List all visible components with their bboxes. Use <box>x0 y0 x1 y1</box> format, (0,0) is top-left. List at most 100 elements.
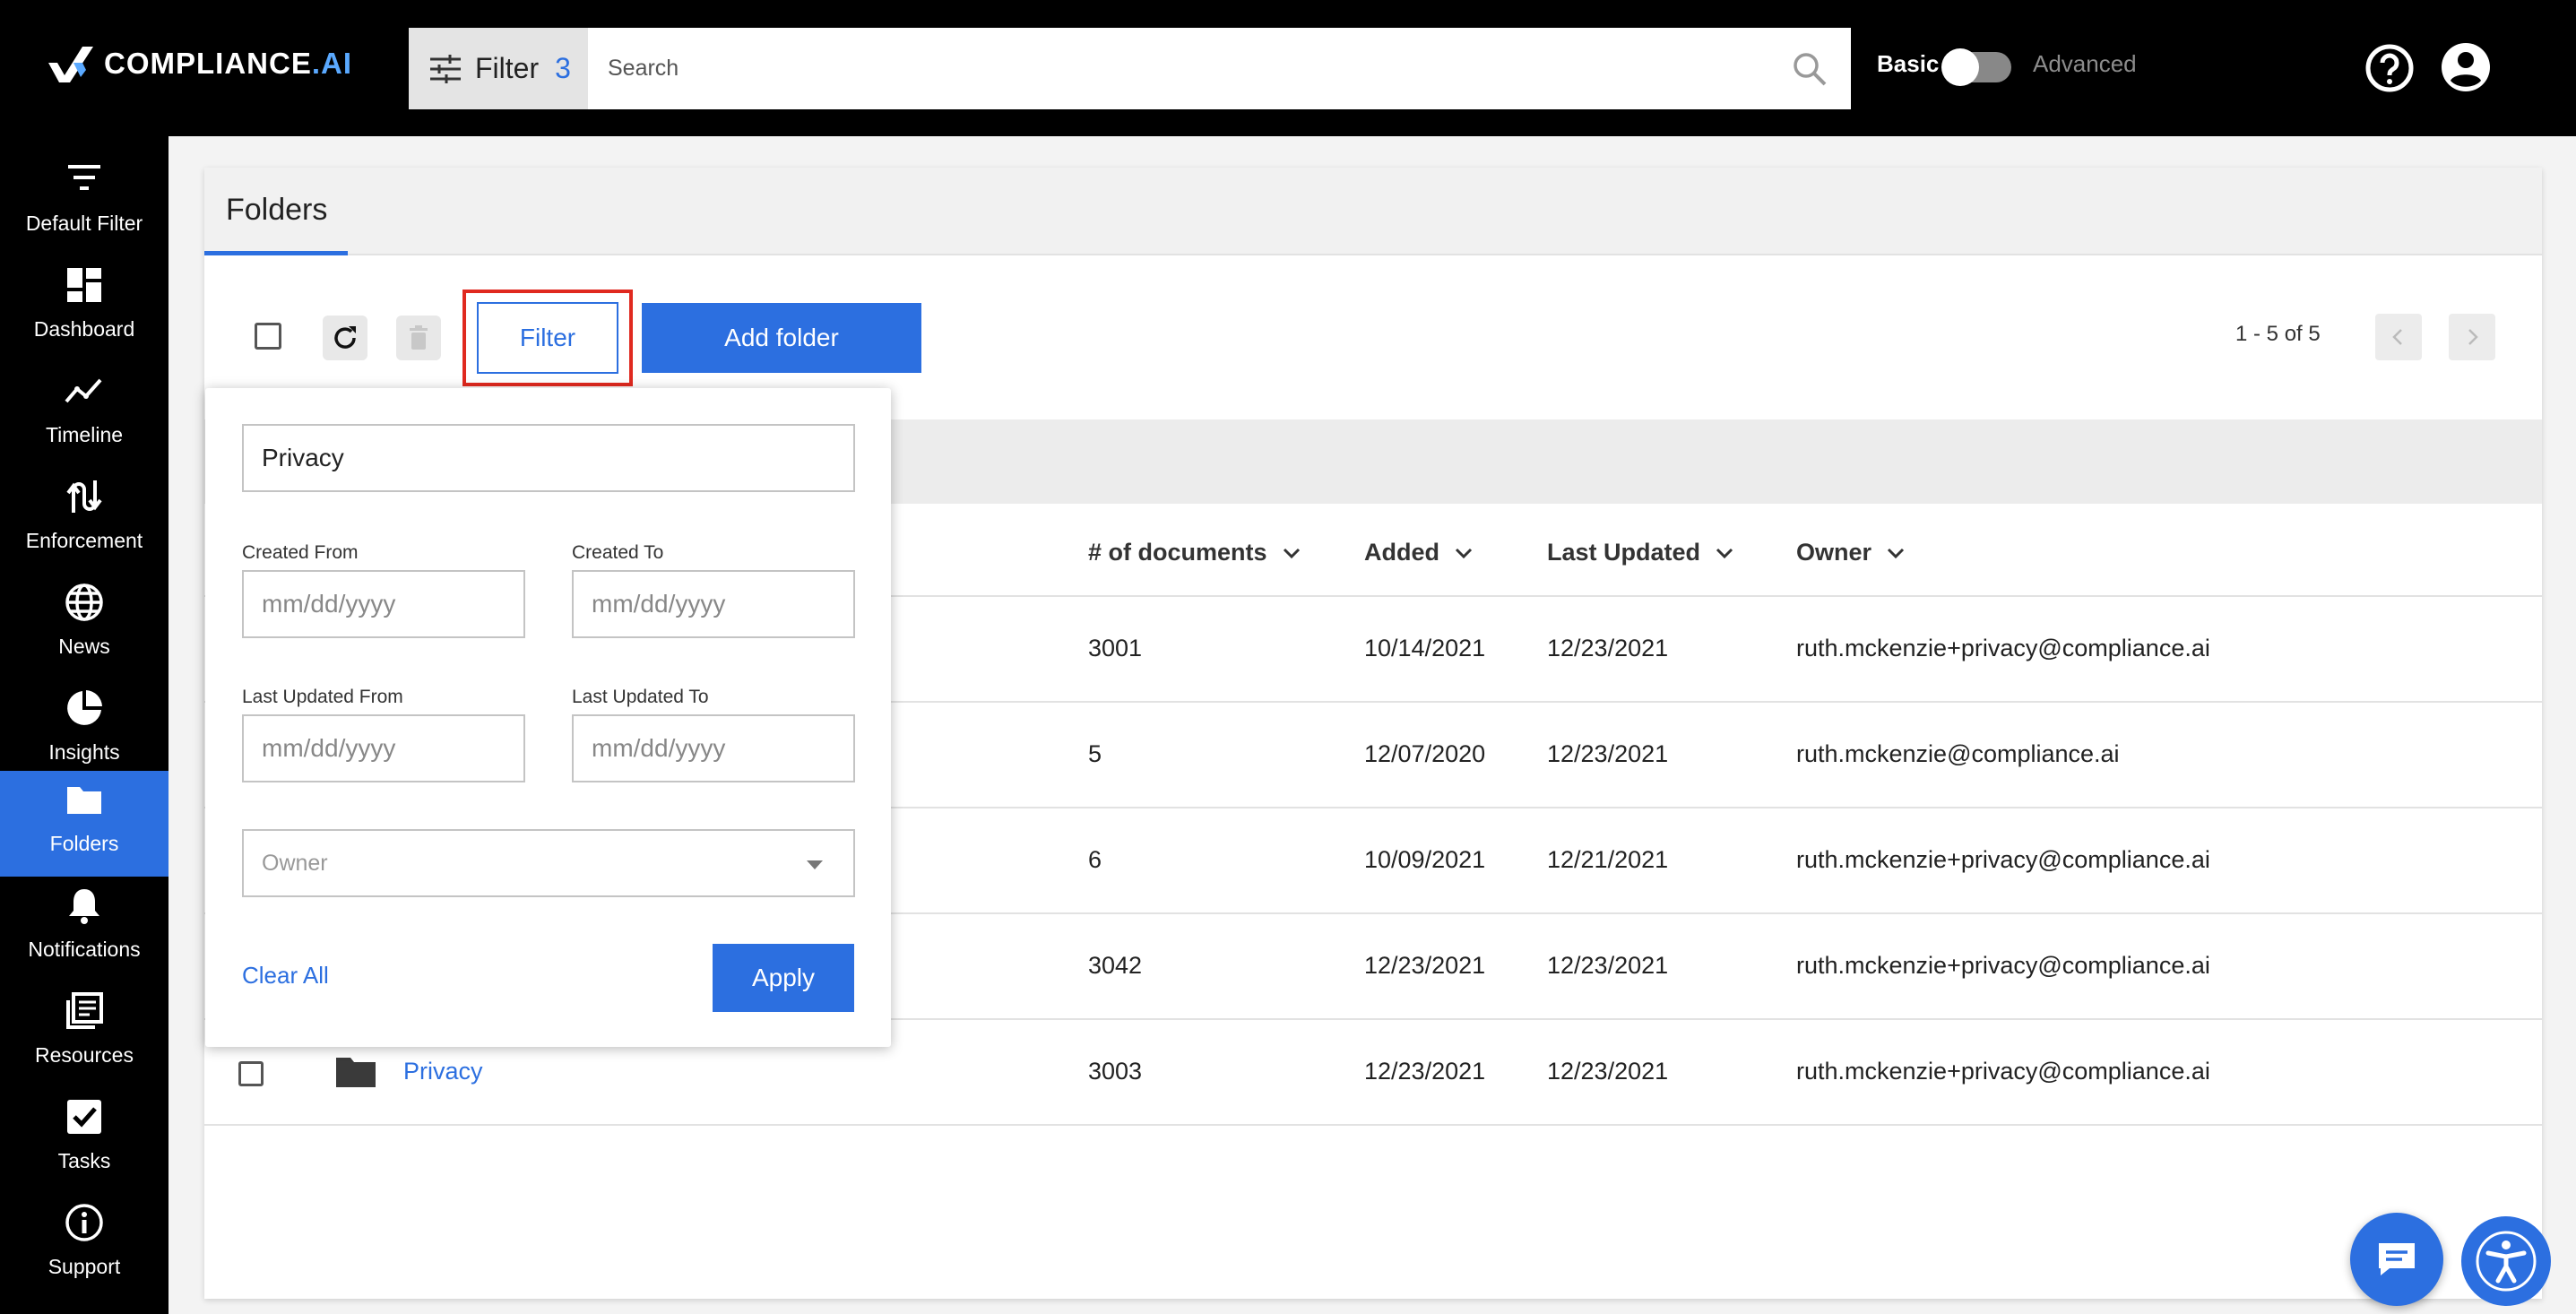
library-icon <box>66 992 103 1029</box>
column-documents[interactable]: # of documents <box>1088 539 1301 566</box>
user-account-icon[interactable] <box>2440 41 2492 93</box>
header-filter-label: Filter <box>475 52 540 84</box>
cell-owner: ruth.mckenzie+privacy@compliance.ai <box>1796 635 2210 661</box>
last-updated-to-label: Last Updated To <box>572 687 709 707</box>
refresh-icon <box>334 326 356 349</box>
caret-down-icon <box>807 860 823 869</box>
cell-owner: ruth.mckenzie@compliance.ai <box>1796 740 2120 767</box>
next-page-button[interactable] <box>2449 314 2495 360</box>
checkbox-icon <box>67 1100 101 1134</box>
cell-last-updated: 12/23/2021 <box>1547 635 1669 661</box>
sidebar-item-enforcement[interactable]: Enforcement <box>0 468 169 574</box>
created-from-label: Created From <box>242 542 359 563</box>
search-input[interactable] <box>588 28 1851 109</box>
cell-documents: 5 <box>1088 740 1102 767</box>
sidebar-item-label: Resources <box>35 1043 134 1067</box>
header-filter-button[interactable]: Filter 3 <box>409 28 588 109</box>
sidebar-item-support[interactable]: Support <box>0 1194 169 1300</box>
sidebar: Default Filter Dashboard Timeline Enforc… <box>0 136 169 1314</box>
cell-documents: 3003 <box>1088 1058 1143 1085</box>
clear-all-link[interactable]: Clear All <box>242 962 329 990</box>
sidebar-item-label: Insights <box>48 740 120 764</box>
filter-button[interactable]: Filter <box>477 302 618 374</box>
folder-name-link[interactable]: Privacy <box>403 1058 483 1085</box>
sidebar-item-timeline[interactable]: Timeline <box>0 362 169 468</box>
filter-dropdown: Created From Created To Last Updated Fro… <box>205 388 891 1047</box>
delete-button[interactable] <box>396 316 441 360</box>
accessibility-icon <box>2476 1231 2537 1292</box>
cell-owner: ruth.mckenzie+privacy@compliance.ai <box>1796 846 2210 873</box>
sliders-icon <box>430 54 461 83</box>
cell-added: 10/14/2021 <box>1364 635 1486 661</box>
toggle-knob <box>1941 48 1979 86</box>
cell-documents: 3042 <box>1088 952 1143 979</box>
column-label: # of documents <box>1088 539 1267 566</box>
sidebar-item-label: News <box>58 635 110 658</box>
sidebar-item-label: Folders <box>49 832 119 855</box>
chevron-down-icon <box>1716 548 1733 558</box>
prev-page-button[interactable] <box>2375 314 2422 360</box>
timeline-icon <box>65 378 102 403</box>
chat-button[interactable] <box>2350 1213 2443 1306</box>
created-to-input[interactable] <box>572 570 855 638</box>
owner-select[interactable]: Owner <box>242 829 855 897</box>
globe-icon <box>65 584 103 621</box>
chevron-down-icon <box>1887 548 1905 558</box>
sidebar-item-label: Notifications <box>28 938 141 961</box>
sidebar-item-label: Timeline <box>45 423 124 446</box>
chat-bubble-icon <box>2379 1243 2415 1275</box>
bell-icon <box>69 889 99 924</box>
sidebar-item-folders[interactable]: Folders <box>0 771 169 877</box>
search-icon[interactable] <box>1792 51 1828 87</box>
chevron-left-icon <box>2392 329 2402 345</box>
brand-logo[interactable]: COMPLIANCE.AI <box>47 41 352 86</box>
sidebar-item-default-filter[interactable]: Default Filter <box>0 151 169 256</box>
pie-chart-icon <box>67 690 102 725</box>
column-added[interactable]: Added <box>1364 539 1474 566</box>
sidebar-item-tasks[interactable]: Tasks <box>0 1088 169 1194</box>
last-updated-from-input[interactable] <box>242 714 525 782</box>
last-updated-from-label: Last Updated From <box>242 687 403 707</box>
sidebar-item-label: Default Filter <box>25 212 143 235</box>
chevron-right-icon <box>2468 329 2478 345</box>
apply-button[interactable]: Apply <box>713 944 854 1012</box>
sidebar-item-label: Dashboard <box>33 317 135 341</box>
column-last-updated[interactable]: Last Updated <box>1547 539 1734 566</box>
sidebar-item-resources[interactable]: Resources <box>0 982 169 1088</box>
mode-toggle[interactable] <box>1941 48 2011 86</box>
add-folder-button[interactable]: Add folder <box>642 303 921 373</box>
mode-advanced-label: Advanced <box>2033 50 2137 77</box>
sidebar-item-insights[interactable]: Insights <box>0 679 169 785</box>
column-label: Added <box>1364 539 1439 566</box>
help-icon[interactable] <box>2364 43 2415 93</box>
created-from-input[interactable] <box>242 570 525 638</box>
sidebar-item-news[interactable]: News <box>0 574 169 679</box>
chevron-down-icon <box>1455 548 1473 558</box>
cell-added: 12/23/2021 <box>1364 1058 1486 1085</box>
logo-mark-icon <box>48 47 93 82</box>
accessibility-button[interactable] <box>2461 1216 2551 1306</box>
refresh-button[interactable] <box>323 316 367 360</box>
column-owner[interactable]: Owner <box>1796 539 1906 566</box>
sidebar-item-label: Support <box>48 1255 121 1278</box>
cell-owner: ruth.mckenzie+privacy@compliance.ai <box>1796 952 2210 979</box>
cell-added: 12/23/2021 <box>1364 952 1486 979</box>
last-updated-to-input[interactable] <box>572 714 855 782</box>
cell-last-updated: 12/21/2021 <box>1547 846 1669 873</box>
sidebar-item-notifications[interactable]: Notifications <box>0 877 169 982</box>
search-bar: Filter 3 <box>409 28 1851 109</box>
brand-name: COMPLIANCE.AI <box>104 47 353 80</box>
owner-select-placeholder: Owner <box>262 851 328 876</box>
row-checkbox[interactable] <box>238 1061 264 1086</box>
filter-count-badge: 3 <box>555 52 571 84</box>
select-all-checkbox[interactable] <box>255 323 281 350</box>
sidebar-item-dashboard[interactable]: Dashboard <box>0 256 169 362</box>
folder-name-filter-input[interactable] <box>242 424 855 492</box>
sidebar-item-label: Enforcement <box>25 529 143 552</box>
info-icon <box>65 1204 103 1241</box>
cell-added: 12/07/2020 <box>1364 740 1486 767</box>
filter-lines-icon <box>68 165 100 190</box>
cell-last-updated: 12/23/2021 <box>1547 952 1669 979</box>
tab-folders[interactable]: Folders <box>204 168 348 255</box>
trash-icon <box>410 325 428 350</box>
